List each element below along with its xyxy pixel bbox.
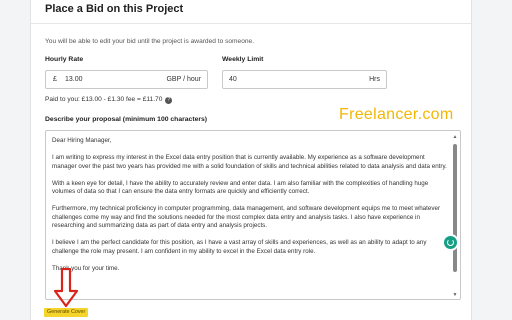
proposal-text: Dear Hiring Manager, I am writing to exp…: [52, 137, 448, 282]
weekly-limit-label: Weekly Limit: [222, 56, 264, 63]
proposal-textarea[interactable]: Dear Hiring Manager, I am writing to exp…: [45, 130, 461, 300]
title-divider: [31, 23, 471, 24]
page-title: Place a Bid on this Project: [45, 3, 184, 15]
question-circle-icon[interactable]: ?: [165, 97, 173, 104]
grammarly-icon[interactable]: [444, 236, 457, 249]
currency-symbol: £: [53, 76, 57, 83]
textarea-scrollbar[interactable]: ▲ ▼: [452, 134, 458, 298]
proposal-paragraph: Thank you for your time.: [52, 264, 120, 272]
paid-to-you-value: Paid to you: £13.00 - £1.30 fee = £11.70: [45, 96, 163, 103]
scroll-down-icon[interactable]: ▼: [452, 292, 458, 298]
proposal-paragraph: With a keen eye for detail, I have the a…: [52, 179, 429, 196]
weekly-limit-unit: Hrs: [369, 76, 380, 83]
hourly-rate-value: 13.00: [65, 76, 83, 83]
freelancer-watermark: Freelancer.com: [339, 106, 454, 123]
paid-to-you-text: Paid to you: £13.00 - £1.30 fee = £11.70…: [45, 96, 173, 104]
scrollbar-thumb[interactable]: [453, 144, 457, 272]
bid-form-card: Place a Bid on this Project You will be …: [30, 0, 472, 320]
proposal-paragraph: Dear Hiring Manager,: [52, 137, 112, 144]
generate-cover-button[interactable]: Generate Cover: [44, 308, 89, 317]
red-down-arrow-icon: [53, 268, 79, 308]
proposal-paragraph: I am writing to express my interest in t…: [52, 154, 447, 170]
proposal-paragraph: I believe I am the perfect candidate for…: [52, 239, 427, 255]
hourly-rate-input[interactable]: £ 13.00 GBP / hour: [45, 70, 208, 89]
proposal-paragraph: Furthermore, my technical proficiency in…: [52, 205, 441, 229]
bid-info-text: You will be able to edit your bid until …: [45, 38, 255, 45]
scroll-up-icon[interactable]: ▲: [452, 134, 458, 140]
proposal-label: Describe your proposal (minimum 100 char…: [45, 116, 208, 123]
hourly-rate-unit: GBP / hour: [166, 76, 201, 83]
hourly-rate-label: Hourly Rate: [45, 56, 84, 63]
weekly-limit-input[interactable]: 40 Hrs: [222, 70, 387, 89]
weekly-limit-value: 40: [229, 76, 237, 83]
